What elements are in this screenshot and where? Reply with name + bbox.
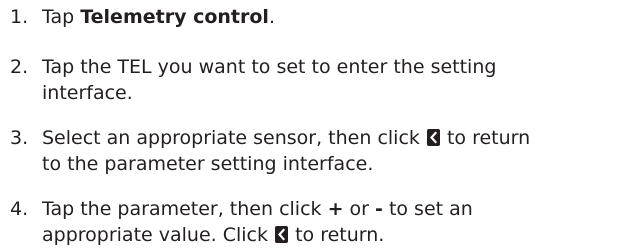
step-line: to the parameter setting interface. (42, 153, 374, 175)
step-text: Tap the parameter, then click + or - to … (42, 196, 632, 248)
step-line: Tap the parameter, then click + or - to … (42, 196, 632, 222)
telemetry-control-label: Telemetry control (80, 6, 269, 28)
step-number: 3. (10, 127, 29, 149)
step-number: 2. (10, 56, 29, 78)
step-line: interface. (42, 82, 133, 104)
step-number: 4. (10, 198, 29, 220)
minus-symbol: - (375, 198, 383, 220)
step-text-segment: appropriate value. Click (42, 224, 275, 246)
step-text: Tap Telemetry control. (42, 4, 632, 30)
step-text-segment: to return (440, 127, 531, 149)
step-text-segment: or (343, 198, 376, 220)
back-chevron-icon (426, 129, 440, 146)
step-text: Select an appropriate sensor, then click… (42, 125, 632, 177)
step-line: Tap the TEL you want to set to enter the… (42, 56, 497, 78)
step-text-segment: Tap the parameter, then click (42, 198, 328, 220)
step-text: Tap the TEL you want to set to enter the… (42, 54, 632, 106)
plus-symbol: + (327, 198, 344, 220)
step-text-segment: to return. (289, 224, 385, 246)
step-text-segment: to set an (382, 198, 473, 220)
back-chevron-icon (275, 226, 289, 243)
step-line: appropriate value. Click to return. (42, 222, 632, 248)
step-line: Select an appropriate sensor, then click… (42, 125, 632, 151)
step-text-prefix: Tap (42, 6, 81, 28)
step-text-suffix: . (268, 6, 275, 28)
step-number: 1. (10, 6, 29, 28)
step-text-segment: Select an appropriate sensor, then click (42, 127, 426, 149)
